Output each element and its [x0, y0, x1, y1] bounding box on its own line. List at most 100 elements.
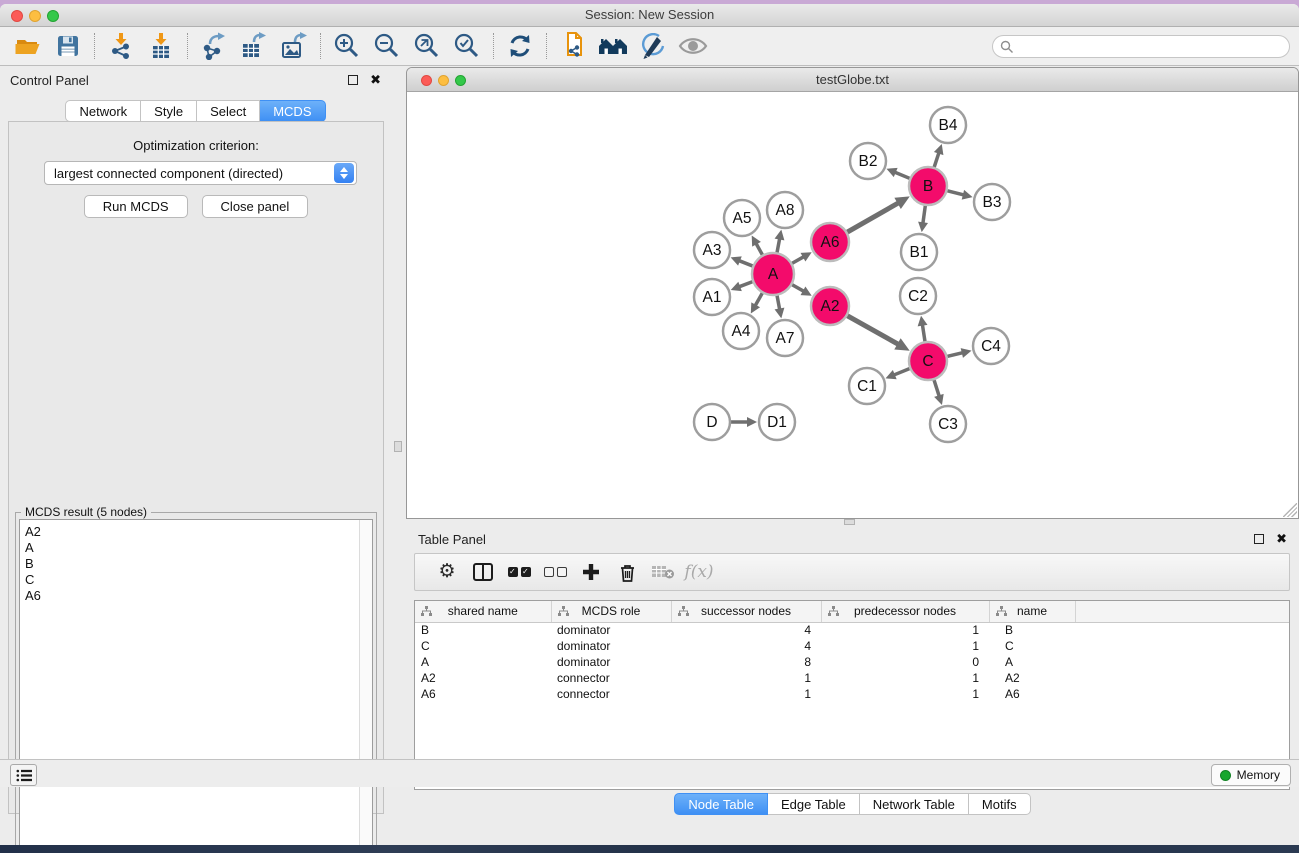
import-network-button[interactable] [101, 30, 141, 62]
edge-A2-C[interactable] [847, 315, 899, 344]
tab-style[interactable]: Style [141, 100, 197, 122]
zoom-frame-button[interactable] [455, 75, 466, 86]
table-row[interactable]: Adominator80A [415, 654, 1290, 670]
result-item[interactable]: B [20, 556, 372, 572]
zoom-selected-button[interactable] [447, 30, 487, 62]
delete-table-button[interactable] [645, 557, 681, 587]
optimization-criterion-dropdown[interactable]: largest connected component (directed) [44, 161, 357, 185]
edge-A-A5[interactable] [756, 243, 763, 256]
save-session-button[interactable] [48, 30, 88, 62]
tab-mcds[interactable]: MCDS [260, 100, 325, 122]
cell[interactable]: dominator [551, 654, 671, 670]
edge-B-B3[interactable] [946, 191, 964, 195]
cell[interactable]: A6 [415, 686, 551, 702]
export-image-button[interactable] [274, 30, 314, 62]
float-panel-icon[interactable] [348, 75, 358, 85]
vertical-split-divider[interactable] [391, 67, 406, 822]
column-header-predecessor-nodes[interactable]: predecessor nodes [821, 601, 989, 622]
column-header-MCDS-role[interactable]: MCDS role [551, 601, 671, 622]
cell[interactable]: A [989, 654, 1075, 670]
tab-edge-table[interactable]: Edge Table [768, 793, 860, 815]
cell[interactable]: A2 [415, 670, 551, 686]
cell[interactable]: 4 [671, 622, 821, 638]
edge-A6-B[interactable] [846, 203, 898, 233]
cell[interactable]: B [989, 622, 1075, 638]
edge-A-A8[interactable] [777, 238, 780, 253]
cell[interactable]: C [989, 638, 1075, 654]
add-column-button[interactable] [573, 557, 609, 587]
result-list-scrollbar[interactable] [359, 520, 372, 845]
cell[interactable]: 8 [671, 654, 821, 670]
horizontal-split-divider[interactable] [406, 518, 1299, 526]
resize-grip[interactable] [1283, 503, 1297, 517]
tab-network-table[interactable]: Network Table [860, 793, 969, 815]
table-row[interactable]: A6connector11A6 [415, 686, 1290, 702]
edge-C-C3[interactable] [934, 379, 940, 397]
edge-A-A3[interactable] [739, 260, 754, 266]
split-handle[interactable] [844, 519, 855, 525]
tab-motifs[interactable]: Motifs [969, 793, 1031, 815]
edge-B-B1[interactable] [923, 205, 926, 224]
result-item[interactable]: A6 [20, 588, 372, 604]
open-in-cybrowser-button[interactable] [553, 30, 593, 62]
export-table-button[interactable] [234, 30, 274, 62]
zoom-fit-button[interactable] [407, 30, 447, 62]
minimize-frame-button[interactable] [438, 75, 449, 86]
memory-button[interactable]: Memory [1211, 764, 1291, 786]
cell[interactable]: connector [551, 686, 671, 702]
close-panel-button[interactable]: Close panel [202, 195, 309, 218]
cell[interactable]: dominator [551, 622, 671, 638]
edge-B-B4[interactable] [934, 152, 939, 168]
split-handle[interactable] [394, 441, 402, 452]
edge-A-A4[interactable] [755, 292, 763, 306]
tab-select[interactable]: Select [197, 100, 260, 122]
mcds-result-list[interactable]: A2ABCA6 [19, 519, 373, 846]
column-header-name[interactable]: name [989, 601, 1075, 622]
cell[interactable]: dominator [551, 638, 671, 654]
result-item[interactable]: C [20, 572, 372, 588]
table-mode-button[interactable]: ⚙ [429, 557, 465, 587]
split-panel-button[interactable] [465, 557, 501, 587]
cell[interactable]: 1 [671, 670, 821, 686]
result-item[interactable]: A [20, 540, 372, 556]
refresh-view-button[interactable] [500, 30, 540, 62]
cell[interactable]: 1 [821, 638, 989, 654]
edge-A-A7[interactable] [777, 295, 780, 310]
show-graphics-button[interactable] [673, 30, 713, 62]
cell[interactable]: A [415, 654, 551, 670]
cell[interactable]: A6 [989, 686, 1075, 702]
zoom-out-button[interactable] [367, 30, 407, 62]
delete-column-button[interactable] [609, 557, 645, 587]
edge-C-C4[interactable] [946, 353, 963, 357]
cell[interactable]: connector [551, 670, 671, 686]
cell[interactable]: 0 [821, 654, 989, 670]
cell[interactable]: 1 [821, 622, 989, 638]
cell[interactable]: 1 [671, 686, 821, 702]
cell[interactable]: C [415, 638, 551, 654]
export-network-button[interactable] [194, 30, 234, 62]
vizmapper-button[interactable] [633, 30, 673, 62]
tab-network[interactable]: Network [65, 100, 141, 122]
edge-C-C2[interactable] [922, 324, 925, 342]
close-window-button[interactable] [11, 10, 23, 22]
home-button[interactable] [593, 30, 633, 62]
search-input[interactable] [1014, 38, 1289, 56]
tab-node-table[interactable]: Node Table [674, 793, 768, 815]
zoom-window-button[interactable] [47, 10, 59, 22]
edge-A-A2[interactable] [791, 284, 804, 291]
close-panel-icon[interactable]: ✖ [1276, 534, 1287, 544]
float-panel-icon[interactable] [1254, 534, 1264, 544]
zoom-in-button[interactable] [327, 30, 367, 62]
result-item[interactable]: A2 [20, 524, 372, 540]
network-graph[interactable]: AA1A3A4A5A7A8A6A2BB1B2B3B4CC1C2C3C4DD1 [407, 92, 1298, 518]
deselect-all-button[interactable] [537, 557, 573, 587]
cell[interactable]: 1 [821, 686, 989, 702]
minimize-window-button[interactable] [29, 10, 41, 22]
cell[interactable]: A2 [989, 670, 1075, 686]
run-mcds-button[interactable]: Run MCDS [84, 195, 188, 218]
cell[interactable]: 4 [671, 638, 821, 654]
select-all-button[interactable] [501, 557, 537, 587]
table-row[interactable]: Cdominator41C [415, 638, 1290, 654]
column-header-successor-nodes[interactable]: successor nodes [671, 601, 821, 622]
column-header-shared-name[interactable]: shared name [415, 601, 551, 622]
